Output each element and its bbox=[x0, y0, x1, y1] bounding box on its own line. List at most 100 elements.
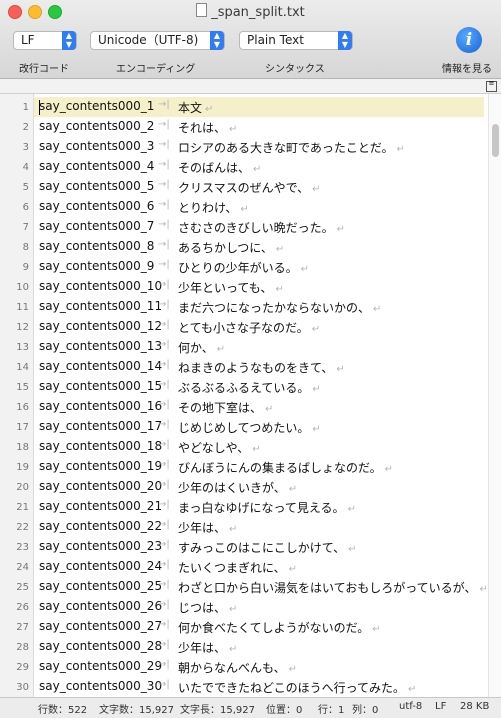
text-line[interactable]: say_contents000_13 →| 何か、 ↵ bbox=[34, 337, 484, 357]
line-number: 4 bbox=[22, 162, 29, 173]
text-line[interactable]: say_contents000_9 →| ひとりの少年がいる。 ↵ bbox=[34, 257, 484, 277]
line-value: ひとりの少年がいる。 ↵ bbox=[178, 259, 309, 276]
tab-marker-icon: →| bbox=[158, 179, 170, 190]
return-marker-icon: ↵ bbox=[312, 184, 321, 195]
line-key: say_contents000_26 bbox=[39, 599, 163, 613]
text-line[interactable]: say_contents000_26 →| じつは、 ↵ bbox=[34, 597, 484, 617]
line-value-text: そのばんは、 bbox=[178, 161, 251, 175]
line-ending-popup[interactable]: LF ▲ ▼ bbox=[13, 31, 77, 50]
text-line[interactable]: say_contents000_17 →| じめじめしてつめたい。 ↵ bbox=[34, 417, 484, 437]
tab-marker-icon: →| bbox=[158, 639, 170, 650]
text-line[interactable]: say_contents000_2 →| それは、 ↵ bbox=[34, 117, 484, 137]
text-line[interactable]: say_contents000_28 →| 少年は、 ↵ bbox=[34, 637, 484, 657]
line-key: say_contents000_20 bbox=[39, 479, 163, 493]
text-line[interactable]: say_contents000_1 →| 本文 ↵ bbox=[34, 97, 484, 117]
text-line[interactable]: say_contents000_3 →| ロシアのある大きな町であったことだ。 ↵ bbox=[34, 137, 484, 157]
line-number: 27 bbox=[16, 622, 29, 633]
text-editor[interactable]: say_contents000_1 →| 本文 ↵ say_contents000_2 →… bbox=[34, 94, 488, 697]
return-marker-icon: ↵ bbox=[229, 644, 238, 655]
text-line[interactable]: say_contents000_4 →| そのばんは、 ↵ bbox=[34, 157, 484, 177]
line-key: say_contents000_1 bbox=[39, 99, 155, 113]
scrollbar-thumb[interactable] bbox=[492, 124, 499, 157]
line-value-text: 何か、 bbox=[178, 341, 214, 355]
text-line[interactable]: say_contents000_21 →| まっ白なゆげになって見える。 ↵ bbox=[34, 497, 484, 517]
return-marker-icon: ↵ bbox=[300, 264, 310, 275]
text-line[interactable]: say_contents000_18 →| やどなしや、 ↵ bbox=[34, 437, 484, 457]
line-number: 21 bbox=[16, 502, 29, 513]
line-key: say_contents000_23 bbox=[39, 539, 163, 553]
text-line[interactable]: say_contents000_25 →| わざと口から白い湯気をはいておもしろがっ… bbox=[34, 577, 488, 597]
encoding-popup[interactable]: Unicode（UTF-8) ▲ ▼ bbox=[90, 31, 225, 50]
text-line[interactable]: say_contents000_7 →| さむさのきびしい晩だった。 ↵ bbox=[34, 217, 484, 237]
return-marker-icon: ↵ bbox=[265, 404, 274, 415]
text-line[interactable]: say_contents000_20 →| 少年のはくいきが、 ↵ bbox=[34, 477, 484, 497]
text-line[interactable]: say_contents000_11 →| まだ六つになったかならないかの、 ↵ bbox=[34, 297, 484, 317]
return-marker-icon: ↵ bbox=[336, 224, 346, 235]
line-key: say_contents000_11 bbox=[39, 299, 163, 313]
return-marker-icon: ↵ bbox=[312, 384, 321, 395]
line-value-text: さむさのきびしい晩だった。 bbox=[178, 221, 334, 235]
line-value: とりわけ、 ↵ bbox=[178, 199, 249, 216]
text-line[interactable]: say_contents000_30 →| いたでできたねどこのほうへ行ってみた。 ↵ bbox=[34, 677, 484, 697]
line-value: すみっこのはこにこしかけて、 ↵ bbox=[178, 539, 357, 556]
tab-marker-icon: →| bbox=[158, 419, 170, 430]
line-value-text: まだ六つになったかならないかの、 bbox=[178, 301, 371, 315]
status-position: 位置：0 bbox=[266, 705, 303, 716]
line-ending-label: 改行コード bbox=[19, 64, 69, 75]
split-editor-icon[interactable]: ≡ bbox=[486, 80, 497, 92]
line-value: じめじめしてつめたい。 ↵ bbox=[178, 419, 321, 436]
line-value-text: 少年は、 bbox=[178, 521, 227, 535]
text-line[interactable]: say_contents000_16 →| その地下室は、 ↵ bbox=[34, 397, 484, 417]
text-line[interactable]: say_contents000_12 →| とても小さな子なのだ。 ↵ bbox=[34, 317, 484, 337]
tab-marker-icon: →| bbox=[158, 119, 170, 130]
tab-marker-icon: →| bbox=[158, 219, 170, 230]
line-key: say_contents000_5 bbox=[39, 179, 155, 193]
text-line[interactable]: say_contents000_29 →| 朝からなんべんも、 ↵ bbox=[34, 657, 484, 677]
text-line[interactable]: say_contents000_8 →| あるちかしつに、 ↵ bbox=[34, 237, 484, 257]
text-line[interactable]: say_contents000_24 →| たいくつまぎれに、 ↵ bbox=[34, 557, 484, 577]
return-marker-icon: ↵ bbox=[275, 244, 285, 255]
line-value-text: 少年は、 bbox=[178, 641, 227, 655]
status-line-count: 行数：522 bbox=[38, 705, 88, 716]
line-value-text: ぶるぶるふるえている。 bbox=[178, 381, 310, 395]
line-number: 29 bbox=[16, 662, 29, 673]
text-line[interactable]: say_contents000_15 →| ぶるぶるふるえている。 ↵ bbox=[34, 377, 484, 397]
text-line[interactable]: say_contents000_22 →| 少年は、 ↵ bbox=[34, 517, 484, 537]
popup-arrows-icon: ▲ ▼ bbox=[338, 31, 352, 50]
window-title: _span_split.txt bbox=[0, 3, 501, 20]
status-encoding: utf-8 bbox=[399, 701, 423, 712]
vertical-scrollbar[interactable] bbox=[488, 94, 501, 697]
line-value: あるちかしつに、 ↵ bbox=[178, 239, 284, 256]
return-marker-icon: ↵ bbox=[229, 124, 238, 135]
line-key: say_contents000_25 bbox=[39, 579, 163, 593]
return-marker-icon: ↵ bbox=[348, 544, 357, 555]
text-line[interactable]: say_contents000_27 →| 何か食べたくてしようがないのだ。 ↵ bbox=[34, 617, 484, 637]
line-value: びんぼうにんの集まるばしょなのだ。 ↵ bbox=[178, 459, 393, 476]
return-marker-icon: ↵ bbox=[252, 444, 261, 455]
navigation-bar: ≡ bbox=[0, 79, 501, 94]
text-line[interactable]: say_contents000_5 →| クリスマスのぜんやで、 ↵ bbox=[34, 177, 484, 197]
line-number: 20 bbox=[16, 482, 29, 493]
syntax-popup[interactable]: Plain Text ▲ ▼ bbox=[239, 31, 353, 50]
text-line[interactable]: say_contents000_23 →| すみっこのはこにこしかけて、 ↵ bbox=[34, 537, 484, 557]
info-icon[interactable]: i bbox=[456, 27, 482, 53]
status-char-count: 文字数：15,927 bbox=[99, 705, 174, 716]
line-value-text: 少年のはくいきが、 bbox=[178, 481, 286, 495]
line-key: say_contents000_22 bbox=[39, 519, 163, 533]
line-number: 6 bbox=[22, 202, 29, 213]
line-value: まだ六つになったかならないかの、 ↵ bbox=[178, 299, 381, 316]
return-marker-icon: ↵ bbox=[372, 624, 381, 635]
line-key: say_contents000_15 bbox=[39, 379, 163, 393]
text-line[interactable]: say_contents000_6 →| とりわけ、 ↵ bbox=[34, 197, 484, 217]
line-number: 26 bbox=[16, 602, 29, 613]
line-value: クリスマスのぜんやで、 ↵ bbox=[178, 179, 321, 196]
line-value-text: じつは、 bbox=[178, 601, 227, 615]
tab-marker-icon: →| bbox=[158, 459, 170, 470]
return-marker-icon: ↵ bbox=[384, 464, 394, 475]
text-line[interactable]: say_contents000_19 →| びんぼうにんの集まるばしょなのだ。 ↵ bbox=[34, 457, 484, 477]
syntax-value: Plain Text bbox=[247, 33, 304, 47]
text-line[interactable]: say_contents000_10 →| 少年といっても、 ↵ bbox=[34, 277, 484, 297]
text-line[interactable]: say_contents000_14 →| ねまきのようなものをきて、 ↵ bbox=[34, 357, 484, 377]
line-key: say_contents000_18 bbox=[39, 439, 163, 453]
return-marker-icon: ↵ bbox=[229, 604, 238, 615]
